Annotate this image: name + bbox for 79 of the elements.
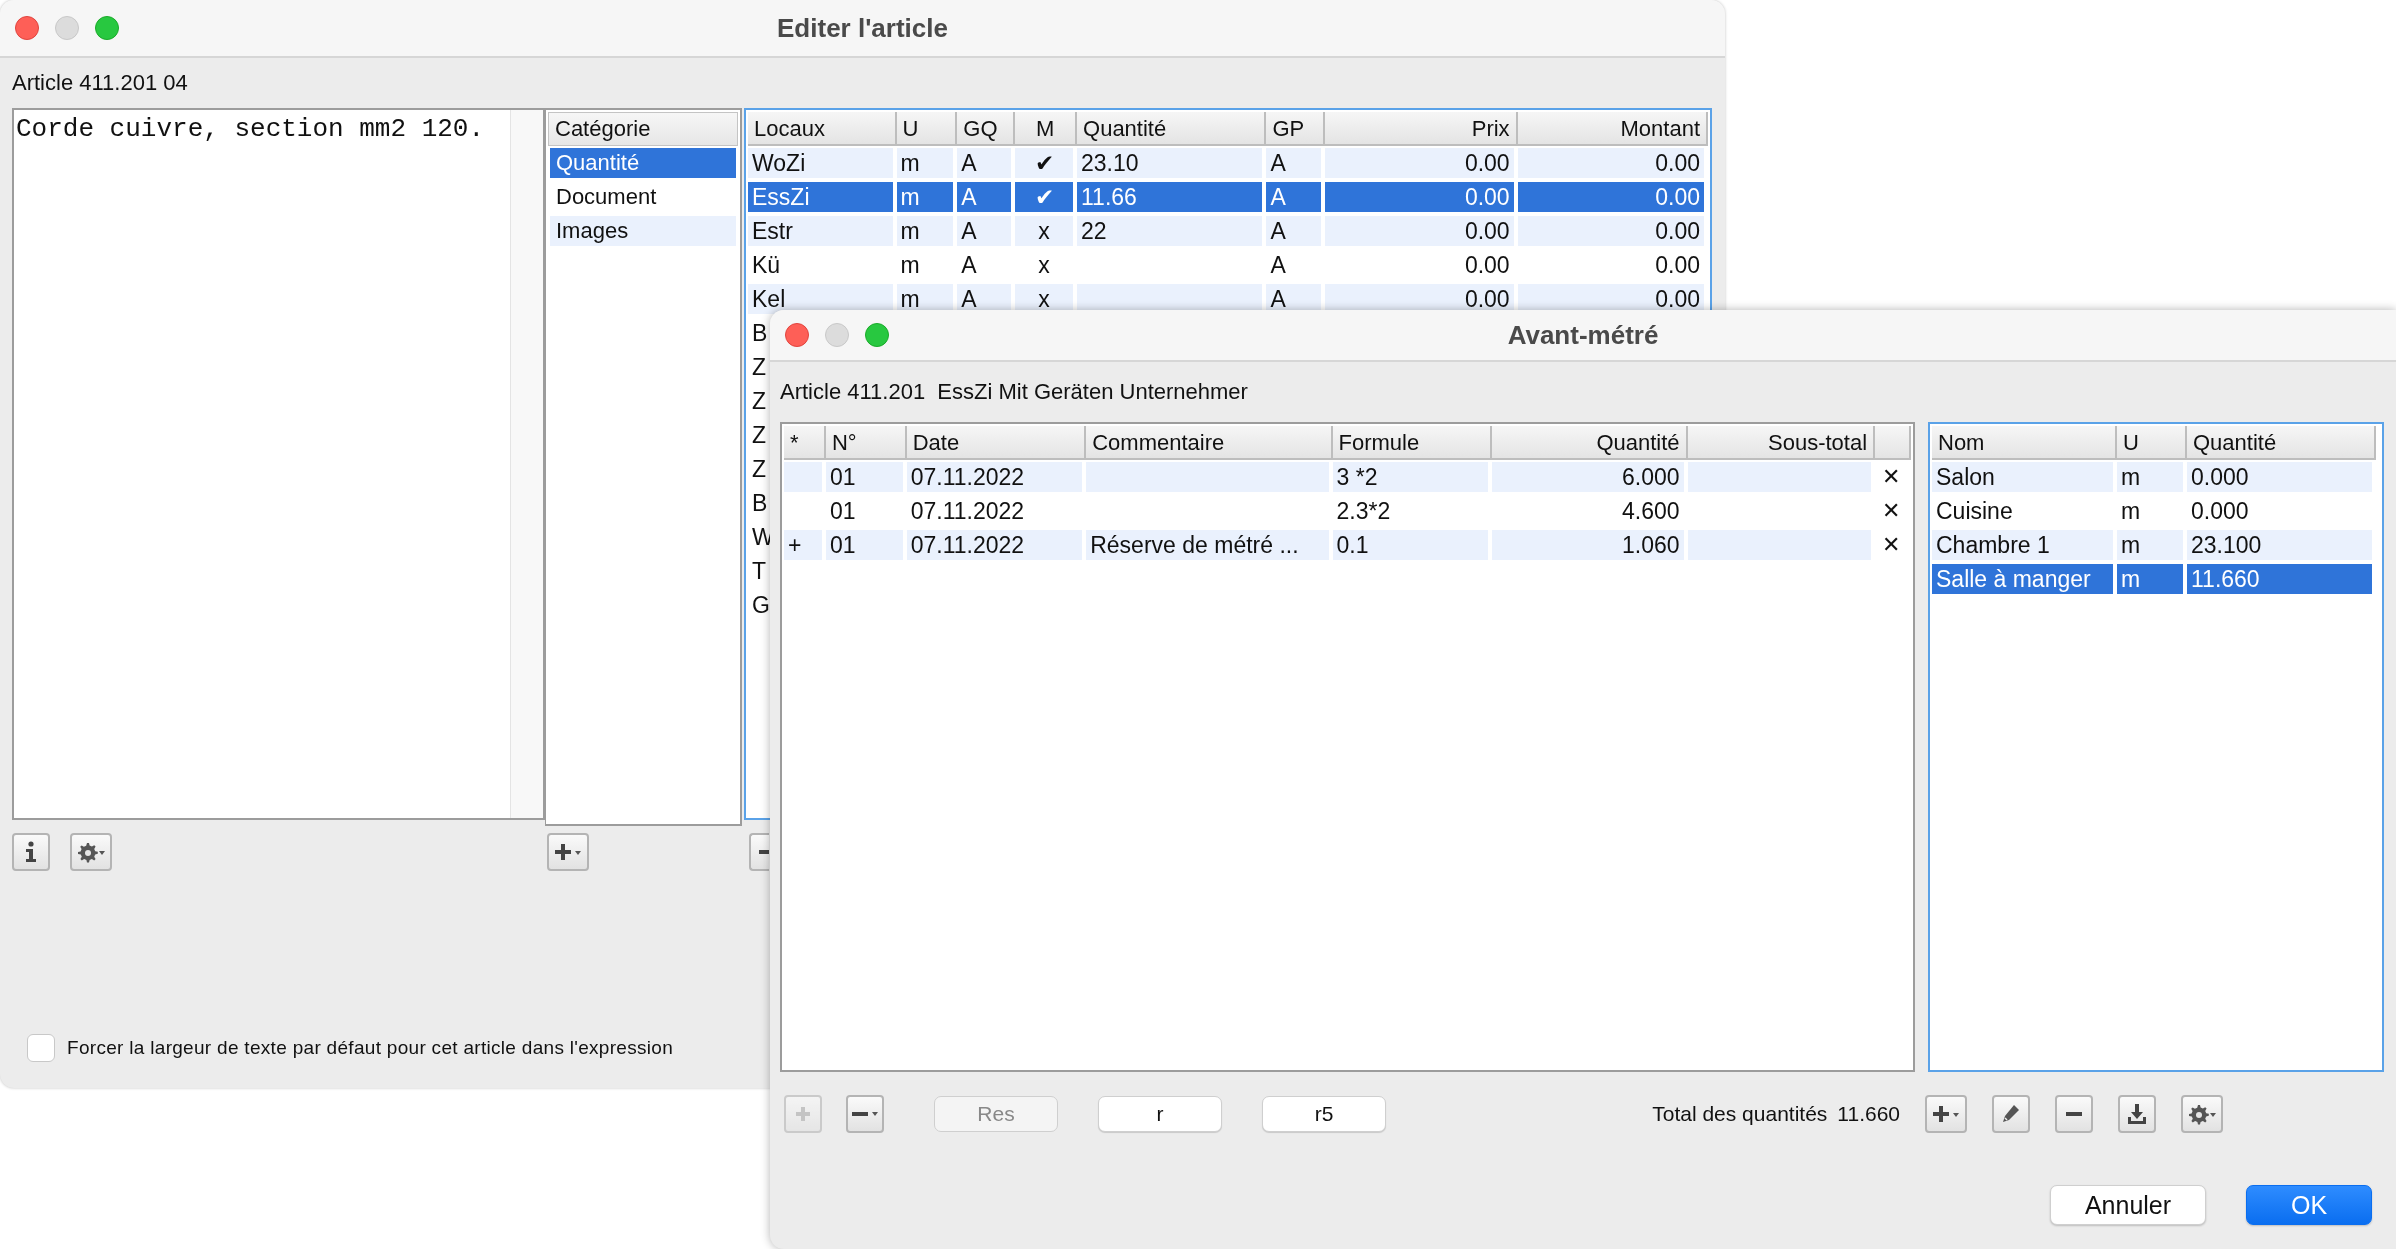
table-cell-text: Z: [751, 455, 768, 484]
table-cell: m: [2117, 496, 2187, 526]
window-title: Editer l'article: [777, 12, 948, 44]
list-item[interactable]: Images: [550, 216, 736, 246]
column-header[interactable]: Quantité: [1077, 112, 1267, 146]
table-cell: 0.000: [2187, 496, 2376, 526]
checkbox[interactable]: [27, 1034, 55, 1062]
text-button[interactable]: r5: [1262, 1096, 1386, 1132]
table-cell: 07.11.2022: [906, 496, 1087, 526]
total-value: 11.660: [1837, 1102, 1900, 1126]
column-header[interactable]: GP: [1266, 112, 1326, 146]
zoom-button[interactable]: [95, 16, 119, 40]
download-icon: [2126, 1102, 2148, 1126]
column-header[interactable]: Prix: [1325, 112, 1518, 146]
column-header[interactable]: Date: [906, 426, 1087, 460]
column-header[interactable]: Locaux: [748, 112, 897, 146]
column-header[interactable]: Quantité: [1492, 426, 1688, 460]
column-header[interactable]: Quantité: [2187, 426, 2376, 460]
total-label: Total des quantités: [1652, 1102, 1828, 1126]
download-button[interactable]: [2118, 1095, 2156, 1133]
list-item[interactable]: Document: [550, 182, 736, 212]
column-header[interactable]: Commentaire: [1086, 426, 1333, 460]
close-button[interactable]: [15, 16, 39, 40]
table-cell: Cuisine: [1932, 496, 2117, 526]
list-item[interactable]: Quantité: [550, 148, 736, 178]
table-cell-text: B: [751, 489, 769, 518]
column-header[interactable]: Montant: [1517, 112, 1708, 146]
table-cell: 0.00: [1517, 250, 1708, 280]
article-label: Article 411.201 04: [12, 70, 188, 96]
table-cell-text: Z: [751, 387, 768, 416]
table-cell: 0.00: [1325, 250, 1518, 280]
table-cell: x: [1015, 250, 1078, 280]
text-button[interactable]: r: [1098, 1096, 1222, 1132]
info-icon: [23, 840, 39, 864]
minus-icon: [759, 850, 769, 854]
caret-icon: [872, 1112, 878, 1116]
table-cell-text: G: [751, 591, 771, 620]
table-cell-text: Z: [751, 421, 768, 450]
column-header[interactable]: Formule: [1332, 426, 1493, 460]
cancel-button[interactable]: Annuler: [2050, 1185, 2206, 1225]
table-cell: 4.600: [1492, 496, 1688, 526]
table-cell-text: Z: [751, 353, 768, 382]
add-button[interactable]: [547, 833, 589, 871]
remove-button[interactable]: [846, 1095, 884, 1133]
column-header[interactable]: Sous-total: [1687, 426, 1876, 460]
remove-button[interactable]: [2055, 1095, 2093, 1133]
close-button[interactable]: [785, 323, 809, 347]
gear-icon: [76, 840, 106, 864]
table-cell: m: [896, 250, 958, 280]
table-cell: Kü: [748, 250, 897, 280]
description-field[interactable]: Corde cuivre, section mm2 120.: [12, 108, 545, 820]
column-header[interactable]: U: [896, 112, 958, 146]
column-header[interactable]: Catégorie: [548, 112, 738, 146]
column-header[interactable]: Nom: [1932, 426, 2117, 460]
table-cell: 01: [825, 496, 907, 526]
column-header[interactable]: M: [1015, 112, 1078, 146]
column-header[interactable]: *: [784, 426, 826, 460]
minus-icon: [2066, 1112, 2082, 1116]
ok-button[interactable]: OK: [2246, 1185, 2372, 1225]
minus-icon: [852, 1112, 868, 1116]
zoom-button[interactable]: [865, 323, 889, 347]
table-cell: 2.3*2: [1332, 496, 1493, 526]
info-button[interactable]: [12, 833, 50, 871]
remove-button[interactable]: [749, 833, 769, 871]
pencil-button[interactable]: [1992, 1095, 2030, 1133]
column-header[interactable]: N°: [825, 426, 907, 460]
table-cell-text: B: [751, 319, 769, 348]
checkbox-label: Forcer la largeur de texte par défaut pour cet article dans l'expression: [67, 1037, 674, 1059]
add-button[interactable]: [1925, 1095, 1967, 1133]
table-cell-text: T: [751, 557, 768, 586]
column-header[interactable]: U: [2117, 426, 2187, 460]
table-cell: A: [1266, 250, 1326, 280]
settings-button[interactable]: [2181, 1095, 2223, 1133]
table-cell: A: [957, 250, 1016, 280]
column-header[interactable]: GQ: [957, 112, 1016, 146]
gear-icon: [2187, 1102, 2217, 1126]
window-title: Avant-métré: [1507, 319, 1659, 351]
settings-button[interactable]: [70, 833, 112, 871]
article-label: Article 411.201 EssZi Mit Geräten Unternehmer: [780, 379, 1248, 405]
